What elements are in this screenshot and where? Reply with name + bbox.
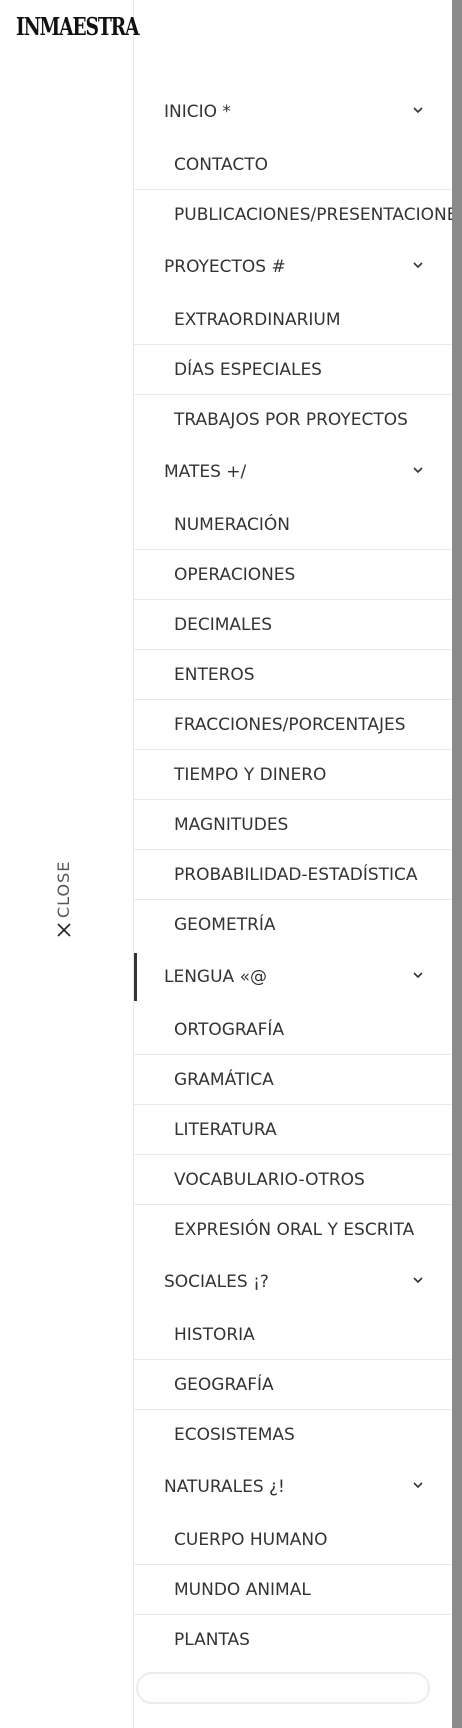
menu-item-expresion-oral-y-escrita[interactable]: EXPRESIÓN ORAL Y ESCRITA: [134, 1205, 452, 1254]
menu-item-ortografia[interactable]: ORTOGRAFÍA: [134, 1005, 452, 1055]
menu-item-enteros[interactable]: ENTEROS: [134, 650, 452, 700]
menu-item-decimales[interactable]: DECIMALES: [134, 600, 452, 650]
menu-item-ecosistemas[interactable]: ECOSISTEMAS: [134, 1410, 452, 1459]
menu-item-literatura[interactable]: LITERATURA: [134, 1105, 452, 1155]
submenu-proyectos: EXTRAORDINARIUM DÍAS ESPECIALES TRABAJOS P…: [134, 295, 452, 444]
submenu-inicio: CONTACTO PUBLICACIONES/PRESENTACIONES: [134, 140, 452, 239]
submenu-naturales: CUERPO HUMANO MUNDO ANIMAL PLANTAS: [134, 1515, 452, 1664]
menu-item-numeracion[interactable]: NUMERACIÓN: [134, 500, 452, 550]
menu-section-mates[interactable]: MATES +/: [134, 444, 452, 500]
menu-item-plantas[interactable]: PLANTAS: [134, 1615, 452, 1664]
menu-item-trabajos-por-proyectos[interactable]: TRABAJOS POR PROYECTOS: [134, 395, 452, 444]
menu-item-gramatica[interactable]: GRAMÁTICA: [134, 1055, 452, 1105]
menu-section-label: MATES +/: [164, 462, 247, 482]
menu-item-vocabulario-otros[interactable]: VOCABULARIO-OTROS: [134, 1155, 452, 1205]
menu-item-geometria[interactable]: GEOMETRÍA: [134, 900, 452, 949]
scrollbar[interactable]: [452, 0, 462, 1728]
menu-section-inicio[interactable]: INICIO *: [134, 84, 452, 140]
menu-section-label: LENGUA «@: [164, 967, 267, 987]
menu-item-operaciones[interactable]: OPERACIONES: [134, 550, 452, 600]
menu-section-lengua[interactable]: LENGUA «@: [134, 949, 452, 1005]
menu-section-label: INICIO *: [164, 102, 231, 122]
menu-item-tiempo-y-dinero[interactable]: TIEMPO Y DINERO: [134, 750, 452, 800]
menu-item-geografia[interactable]: GEOGRAFÍA: [134, 1360, 452, 1410]
menu-section-sociales[interactable]: SOCIALES ¡?: [134, 1254, 452, 1310]
menu-item-cuerpo-humano[interactable]: CUERPO HUMANO: [134, 1515, 452, 1565]
chevron-down-icon[interactable]: [412, 1274, 424, 1286]
menu-item-publicaciones-presentaciones[interactable]: PUBLICACIONES/PRESENTACIONES: [134, 190, 452, 239]
menu-item-probabilidad-estadistica[interactable]: PROBABILIDAD-ESTADÍSTICA: [134, 850, 452, 900]
menu-section-proyectos[interactable]: PROYECTOS #: [134, 239, 452, 295]
chevron-down-icon[interactable]: [412, 969, 424, 981]
chevron-down-icon[interactable]: [412, 259, 424, 271]
menu-section-naturales[interactable]: NATURALES ¿!: [134, 1459, 452, 1515]
chevron-down-icon[interactable]: [412, 464, 424, 476]
side-panel-left: INMAESTRA CLOSE: [0, 0, 140, 1728]
menu-item-mundo-animal[interactable]: MUNDO ANIMAL: [134, 1565, 452, 1615]
site-logo[interactable]: INMAESTRA: [16, 12, 140, 42]
close-icon: [57, 923, 71, 937]
close-label: CLOSE: [54, 860, 73, 918]
menu-item-magnitudes[interactable]: MAGNITUDES: [134, 800, 452, 850]
chevron-down-icon[interactable]: [412, 1479, 424, 1491]
menu-section-label: PROYECTOS #: [164, 257, 286, 277]
search-input[interactable]: [136, 1672, 430, 1704]
main-navigation-menu: INICIO * CONTACTO PUBLICACIONES/PRESENTACI…: [134, 84, 452, 1664]
menu-section-label: NATURALES ¿!: [164, 1477, 285, 1497]
chevron-down-icon[interactable]: [412, 104, 424, 116]
menu-item-fracciones-porcentajes[interactable]: FRACCIONES/PORCENTAJES: [134, 700, 452, 750]
menu-section-label: SOCIALES ¡?: [164, 1272, 269, 1292]
submenu-mates: NUMERACIÓN OPERACIONES DECIMALES ENTEROS FRA…: [134, 500, 452, 949]
menu-item-dias-especiales[interactable]: DÍAS ESPECIALES: [134, 345, 452, 395]
menu-item-extraordinarium[interactable]: EXTRAORDINARIUM: [134, 295, 452, 345]
menu-item-contacto[interactable]: CONTACTO: [134, 140, 452, 190]
submenu-sociales: HISTORIA GEOGRAFÍA ECOSISTEMAS: [134, 1310, 452, 1459]
close-menu-button[interactable]: CLOSE: [52, 860, 76, 938]
menu-item-historia[interactable]: HISTORIA: [134, 1310, 452, 1360]
submenu-lengua: ORTOGRAFÍA GRAMÁTICA LITERATURA VOCABULARIO…: [134, 1005, 452, 1254]
